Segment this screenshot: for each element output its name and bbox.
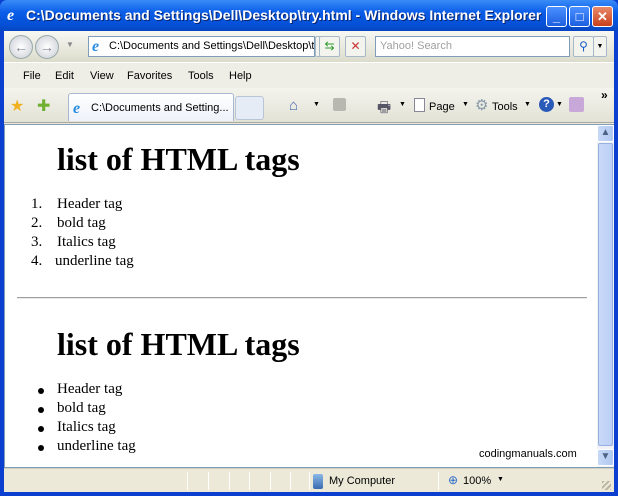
- window-title: C:\Documents and Settings\Dell\Desktop\t…: [26, 7, 542, 23]
- toolbar-overflow-button[interactable]: »: [601, 88, 608, 102]
- refresh-button[interactable]: ⇆: [319, 36, 340, 57]
- status-divider: [249, 472, 250, 490]
- tab-bar: ★ ✚ e C:\Documents and Setting... ⌂ ▼ 🖶 …: [4, 88, 614, 123]
- print-icon[interactable]: 🖶: [377, 97, 391, 122]
- tools-menu-button[interactable]: Tools: [492, 101, 518, 113]
- new-tab-button[interactable]: [235, 96, 264, 120]
- minimize-button[interactable]: _: [546, 6, 567, 27]
- browser-frame: ← → ▼ e C:\Documents and Settings\Dell\D…: [4, 31, 614, 492]
- unordered-list-item: underline tag: [57, 438, 136, 454]
- ordered-list-item: bold tag: [57, 215, 106, 231]
- home-icon[interactable]: ⌂: [289, 97, 298, 114]
- search-options-button[interactable]: ▼: [593, 36, 607, 57]
- computer-icon: [313, 474, 323, 489]
- horizontal-rule: [17, 297, 587, 299]
- menu-favorites[interactable]: Favorites: [127, 70, 172, 82]
- vertical-scrollbar[interactable]: ▲ ▼: [597, 125, 614, 467]
- status-divider: [270, 472, 271, 490]
- home-dropdown-icon[interactable]: ▼: [313, 101, 320, 108]
- zoom-icon: ⊕: [448, 473, 459, 487]
- research-icon[interactable]: [569, 97, 584, 112]
- title-bar: e C:\Documents and Settings\Dell\Desktop…: [0, 0, 618, 31]
- page-heading-1: list of HTML tags: [57, 141, 300, 177]
- status-divider: [229, 472, 230, 490]
- watermark: codingmanuals.com: [479, 448, 577, 460]
- close-button[interactable]: ✕: [592, 6, 613, 27]
- unordered-list-item: Header tag: [57, 381, 123, 397]
- ie-logo-icon: e: [7, 7, 15, 24]
- page-icon: [414, 98, 425, 112]
- web-page: list of HTML tags 1. Header tag 2. bold …: [5, 125, 597, 467]
- list-number: 3.: [31, 234, 43, 250]
- zoom-dropdown-icon[interactable]: ▼: [497, 476, 504, 483]
- menu-bar: File Edit View Favorites Tools Help: [4, 62, 614, 88]
- address-text: C:\Documents and Settings\Dell\Desktop\t…: [109, 40, 315, 52]
- page-icon: e: [73, 100, 81, 117]
- bullet: [38, 407, 44, 413]
- maximize-button[interactable]: □: [569, 6, 590, 27]
- security-zone: My Computer: [329, 475, 396, 487]
- scroll-thumb[interactable]: [598, 143, 613, 446]
- favorites-star-icon[interactable]: ★: [10, 96, 24, 116]
- print-dropdown-icon[interactable]: ▼: [399, 101, 406, 108]
- menu-tools[interactable]: Tools: [188, 70, 214, 82]
- address-bar[interactable]: e C:\Documents and Settings\Dell\Desktop…: [88, 36, 315, 57]
- status-divider: [309, 472, 310, 490]
- ordered-list-item: Italics tag: [57, 234, 116, 250]
- unordered-list-item: bold tag: [57, 400, 106, 416]
- feeds-icon[interactable]: [333, 98, 346, 111]
- search-button[interactable]: ⚲: [573, 36, 594, 57]
- tab-current[interactable]: e C:\Documents and Setting...: [68, 93, 234, 121]
- status-divider: [187, 472, 188, 490]
- help-dropdown-icon[interactable]: ▼: [556, 101, 563, 108]
- page-heading-2: list of HTML tags: [57, 326, 300, 362]
- search-input[interactable]: Yahoo! Search: [375, 36, 570, 57]
- ordered-list-item: Header tag: [57, 196, 123, 212]
- menu-view[interactable]: View: [90, 70, 114, 82]
- menu-help[interactable]: Help: [229, 70, 252, 82]
- tab-label: C:\Documents and Setting...: [91, 102, 229, 114]
- list-number: 4.: [31, 253, 43, 269]
- content-area: list of HTML tags 1. Header tag 2. bold …: [4, 124, 614, 468]
- menu-edit[interactable]: Edit: [55, 70, 74, 82]
- status-divider: [208, 472, 209, 490]
- status-bar: My Computer ⊕ 100% ▼: [4, 468, 614, 492]
- forward-button[interactable]: →: [35, 35, 59, 59]
- status-divider: [438, 472, 439, 490]
- page-icon: e: [92, 38, 100, 55]
- bullet: [38, 426, 44, 432]
- bullet: [38, 388, 44, 394]
- resize-grip[interactable]: [602, 481, 611, 490]
- bullet: [38, 445, 44, 451]
- list-number: 2.: [31, 215, 43, 231]
- scroll-up-button[interactable]: ▲: [597, 125, 614, 142]
- page-dropdown-icon[interactable]: ▼: [462, 101, 469, 108]
- add-favorite-icon[interactable]: ✚: [37, 96, 50, 116]
- navigation-bar: ← → ▼ e C:\Documents and Settings\Dell\D…: [4, 31, 614, 62]
- gear-icon: ⚙: [475, 97, 489, 114]
- history-dropdown-icon[interactable]: ▼: [66, 40, 74, 49]
- status-divider: [290, 472, 291, 490]
- back-button[interactable]: ←: [9, 35, 33, 59]
- stop-button[interactable]: ✕: [345, 36, 366, 57]
- unordered-list-item: Italics tag: [57, 419, 116, 435]
- menu-file[interactable]: File: [23, 70, 41, 82]
- zoom-level[interactable]: 100%: [463, 475, 491, 487]
- scroll-down-button[interactable]: ▼: [597, 449, 614, 466]
- help-icon[interactable]: ?: [539, 97, 554, 112]
- tools-dropdown-icon[interactable]: ▼: [524, 101, 531, 108]
- page-menu-button[interactable]: Page: [429, 101, 455, 113]
- ordered-list-item: underline tag: [55, 253, 134, 269]
- list-number: 1.: [31, 196, 43, 212]
